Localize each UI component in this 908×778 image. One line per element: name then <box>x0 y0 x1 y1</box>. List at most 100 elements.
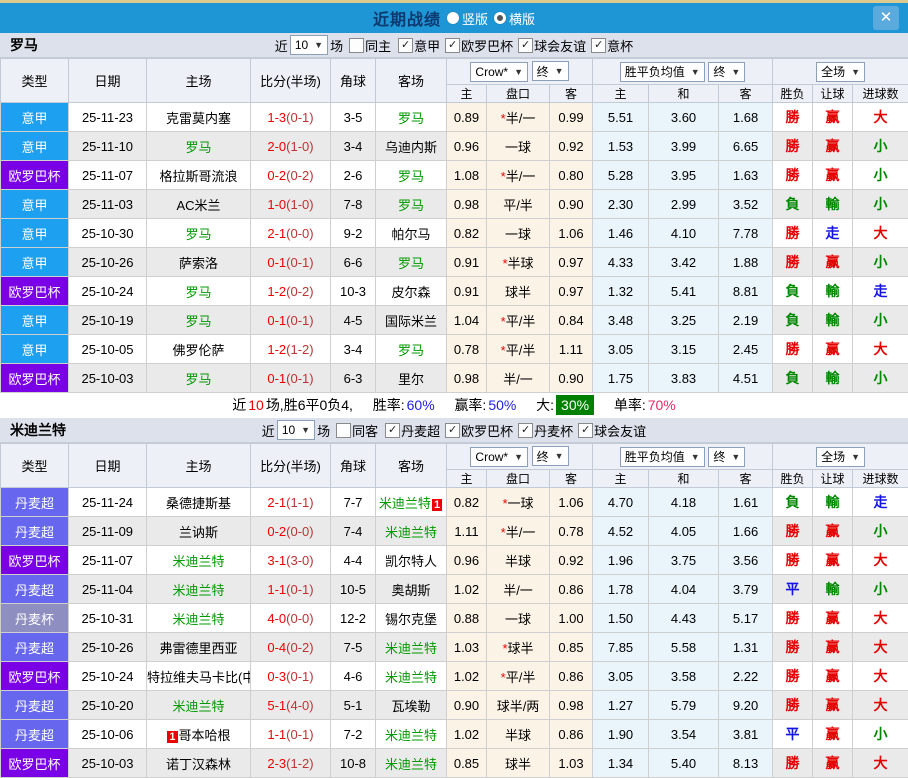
score: 2-3(1-2) <box>251 749 331 778</box>
league-checkbox[interactable]: ✓丹麦超 <box>385 421 440 440</box>
away-team-name: 国际米兰 <box>385 314 437 329</box>
checkbox-icon[interactable] <box>349 38 364 53</box>
handicap-text: 半/一 <box>506 111 536 126</box>
corners: 3-5 <box>331 103 376 132</box>
fulltime-select[interactable]: 全场▼ <box>816 447 865 467</box>
league-checkbox[interactable]: ✓球会友谊 <box>578 421 646 440</box>
avg-select[interactable]: 胜平负均值▼ <box>620 447 705 467</box>
avg-away-odds: 2.45 <box>719 335 773 364</box>
avg-stage-select[interactable]: 终▼ <box>708 447 745 467</box>
away-odds: 0.92 <box>550 546 593 575</box>
avg-home-odds: 1.34 <box>593 749 649 778</box>
match-date: 25-10-26 <box>69 633 147 662</box>
avg-group-header: 胜平负均值▼ 终▼ <box>593 59 773 85</box>
halftime-score: (1-0) <box>286 139 313 154</box>
away-team-name: 皮尔森 <box>391 285 430 300</box>
odds-company-select[interactable]: Crow*▼ <box>470 447 528 467</box>
layout-radio-horizontal[interactable]: 横版 <box>494 9 535 28</box>
league-badge: 意甲 <box>1 190 69 219</box>
col-header-type: 类型 <box>1 444 69 488</box>
close-button[interactable]: ✕ <box>873 6 899 30</box>
odds-company-select[interactable]: Crow*▼ <box>470 62 528 82</box>
match-date: 25-11-03 <box>69 190 147 219</box>
odds-stage-select[interactable]: 终▼ <box>532 61 569 81</box>
match-row: 欧罗巴杯25-11-07米迪兰特3-1(3-0)4-4凯尔特人0.96半球0.9… <box>1 546 908 575</box>
league-checkbox[interactable]: ✓意杯 <box>591 36 633 55</box>
away-team: 瓦埃勒 <box>376 691 447 720</box>
match-count-select[interactable]: 10 ▼ <box>290 35 328 55</box>
league-checkbox[interactable]: ✓欧罗巴杯 <box>445 36 513 55</box>
radio-icon[interactable] <box>447 12 459 24</box>
away-team: 米迪兰特 <box>376 662 447 691</box>
radio-selected-icon[interactable] <box>494 12 506 24</box>
league-badge: 意甲 <box>1 132 69 161</box>
league-checkbox[interactable]: ✓丹麦杯 <box>518 421 573 440</box>
corners: 4-6 <box>331 662 376 691</box>
avg-away-odds: 1.88 <box>719 248 773 277</box>
avg-home-odds: 3.05 <box>593 662 649 691</box>
avg-away-odds: 8.13 <box>719 749 773 778</box>
checkbox-icon[interactable]: ✓ <box>518 423 533 438</box>
match-date: 25-11-24 <box>69 488 147 517</box>
home-team-name: 米迪兰特 <box>172 583 224 598</box>
away-team-name: 罗马 <box>398 169 424 184</box>
checkbox-icon[interactable]: ✓ <box>398 38 413 53</box>
avg-away-odds: 1.31 <box>719 633 773 662</box>
match-date: 25-11-07 <box>69 546 147 575</box>
checkbox-icon[interactable]: ✓ <box>445 423 460 438</box>
summary-text: 场,胜6平0负4, <box>266 397 353 413</box>
away-team-name: 乌迪内斯 <box>385 140 437 155</box>
fulltime-select[interactable]: 全场▼ <box>816 62 865 82</box>
match-count-select[interactable]: 10 ▼ <box>277 420 315 440</box>
handicap: *球半 <box>487 633 550 662</box>
checkbox-icon[interactable]: ✓ <box>385 423 400 438</box>
checkbox-icon[interactable]: ✓ <box>518 38 533 53</box>
home-team: 米迪兰特 <box>147 604 251 633</box>
away-team-name: 罗马 <box>398 198 424 213</box>
home-team-name: AC米兰 <box>176 198 220 213</box>
avg-stage-select[interactable]: 终▼ <box>708 62 745 82</box>
result-win-draw-loss: 平 <box>773 720 813 749</box>
handicap-text: 平/半 <box>506 343 536 358</box>
layout-radio-vertical[interactable]: 竖版 <box>447 9 488 28</box>
league-checkbox[interactable]: ✓球会友谊 <box>518 36 586 55</box>
away-team-name: 罗马 <box>398 343 424 358</box>
col-header-score: 比分(半场) <box>251 59 331 103</box>
result-handicap: 輸 <box>813 364 853 393</box>
home-team: 米迪兰特 <box>147 546 251 575</box>
same-venue-checkbox[interactable]: 同客 <box>336 421 378 440</box>
checkbox-icon[interactable]: ✓ <box>591 38 606 53</box>
checkbox-icon[interactable]: ✓ <box>445 38 460 53</box>
result-win-draw-loss: 負 <box>773 277 813 306</box>
col-header-date: 日期 <box>69 444 147 488</box>
checkbox-icon[interactable]: ✓ <box>578 423 593 438</box>
match-date: 25-10-03 <box>69 749 147 778</box>
fulltime-score: 5-1 <box>267 698 286 713</box>
summary-text: 近 <box>232 397 246 413</box>
avg-group-header: 胜平负均值▼ 终▼ <box>593 444 773 470</box>
fulltime-score: 2-1 <box>267 495 286 510</box>
sub-header-avg-away: 客 <box>719 85 773 103</box>
result-goals: 大 <box>853 691 908 720</box>
corners: 10-3 <box>331 277 376 306</box>
home-team: 格拉斯哥流浪 <box>147 161 251 190</box>
match-row: 欧罗巴杯25-10-24特拉维夫马卡比(中)0-3(0-1)4-6米迪兰特1.0… <box>1 662 908 691</box>
checkbox-icon[interactable] <box>336 423 351 438</box>
league-badge: 丹麦超 <box>1 633 69 662</box>
league-checkbox[interactable]: ✓意甲 <box>398 36 440 55</box>
corners: 7-5 <box>331 633 376 662</box>
result-goals: 小 <box>853 306 908 335</box>
result-handicap: 輸 <box>813 488 853 517</box>
avg-home-odds: 1.27 <box>593 691 649 720</box>
odds-stage-select[interactable]: 终▼ <box>532 446 569 466</box>
handicap-text: 半/一 <box>506 169 536 184</box>
avg-select[interactable]: 胜平负均值▼ <box>620 62 705 82</box>
home-team: 罗马 <box>147 277 251 306</box>
profit-rate-label: 赢率: <box>454 397 486 413</box>
col-header-home: 主场 <box>147 444 251 488</box>
same-venue-checkbox[interactable]: 同主 <box>349 36 391 55</box>
score: 1-1(0-1) <box>251 720 331 749</box>
score: 0-1(0-1) <box>251 364 331 393</box>
league-checkbox[interactable]: ✓欧罗巴杯 <box>445 421 513 440</box>
odds-group-header: Crow*▼ 终▼ <box>447 59 593 85</box>
